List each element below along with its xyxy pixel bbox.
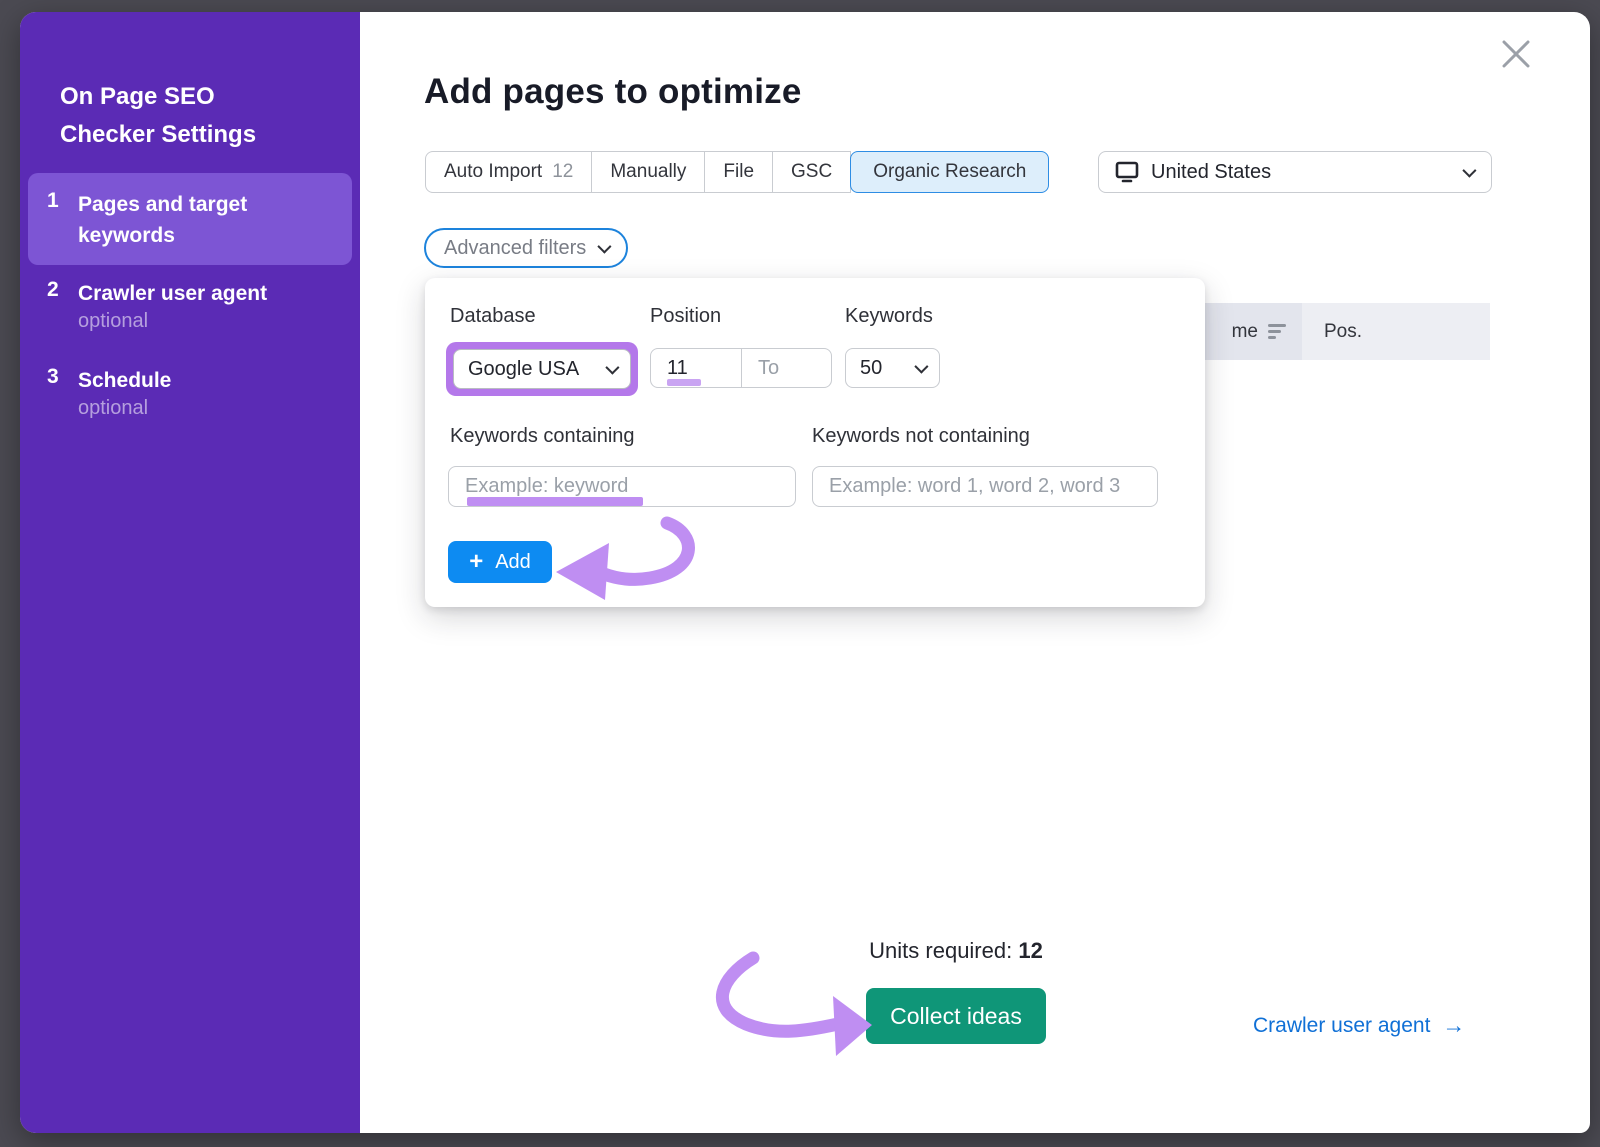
tab-gsc[interactable]: GSC bbox=[773, 151, 851, 193]
units-required-value: 12 bbox=[1018, 938, 1042, 963]
database-highlight-box: Google USA bbox=[446, 342, 638, 396]
tab-label: Manually bbox=[610, 161, 686, 183]
tab-manually[interactable]: Manually bbox=[592, 151, 705, 193]
crawler-link-label: Crawler user agent bbox=[1253, 1014, 1430, 1038]
monitor-icon bbox=[1115, 161, 1139, 183]
tab-label: File bbox=[723, 161, 754, 183]
step-label: Schedule bbox=[78, 365, 171, 396]
column-header-pos[interactable]: Pos. bbox=[1302, 303, 1490, 360]
tab-label: Auto Import bbox=[444, 161, 542, 183]
add-button-label: Add bbox=[495, 551, 531, 574]
plus-icon: + bbox=[469, 550, 483, 574]
keywords-not-containing-input[interactable] bbox=[812, 466, 1158, 507]
close-icon[interactable] bbox=[1496, 34, 1536, 74]
units-required-text: Units required: 12 bbox=[756, 938, 1156, 964]
advanced-filters-button[interactable]: Advanced filters bbox=[424, 228, 628, 268]
tab-label: Organic Research bbox=[873, 161, 1026, 183]
position-from-highlight-underline bbox=[667, 379, 701, 386]
chevron-down-icon bbox=[1462, 164, 1476, 178]
chevron-down-icon bbox=[605, 361, 619, 375]
chevron-down-icon bbox=[914, 360, 928, 374]
sidebar-title: On Page SEO Checker Settings bbox=[60, 78, 310, 154]
tab-count-badge: 12 bbox=[552, 161, 573, 183]
units-required-label: Units required: bbox=[869, 938, 1012, 963]
keywords-label: Keywords bbox=[845, 305, 933, 328]
position-to-input[interactable] bbox=[742, 349, 831, 387]
step-number: 1 bbox=[47, 189, 59, 213]
step-optional-label: optional bbox=[78, 310, 148, 333]
add-button[interactable]: + Add bbox=[448, 541, 552, 583]
database-select[interactable]: Google USA bbox=[453, 349, 631, 389]
step-optional-label: optional bbox=[78, 397, 148, 420]
tab-auto-import[interactable]: Auto Import 12 bbox=[425, 151, 592, 193]
sort-descending-icon bbox=[1268, 324, 1286, 339]
step-number: 2 bbox=[47, 278, 59, 302]
position-range-inputs bbox=[650, 348, 832, 388]
tab-file[interactable]: File bbox=[705, 151, 773, 193]
step-label: Crawler user agent bbox=[78, 278, 267, 309]
settings-modal: On Page SEO Checker Settings 1 Pages and… bbox=[20, 12, 1590, 1133]
arrow-right-icon: → bbox=[1442, 1012, 1465, 1039]
collect-ideas-button[interactable]: Collect ideas bbox=[866, 988, 1046, 1044]
keywords-not-containing-label: Keywords not containing bbox=[812, 425, 1030, 448]
country-select[interactable]: United States bbox=[1098, 151, 1492, 193]
keywords-containing-label: Keywords containing bbox=[450, 425, 635, 448]
step-label: Pages and target keywords bbox=[78, 189, 328, 251]
import-method-tabs: Auto Import 12 Manually File GSC Organic… bbox=[425, 151, 1049, 193]
chevron-down-icon bbox=[598, 240, 612, 254]
advanced-filters-panel: Database Position Keywords Google USA 50… bbox=[425, 278, 1205, 607]
keywords-count-select[interactable]: 50 bbox=[845, 348, 940, 388]
advanced-filters-label: Advanced filters bbox=[444, 237, 586, 260]
position-label: Position bbox=[650, 305, 721, 328]
column-header-label: me bbox=[1232, 321, 1258, 343]
crawler-user-agent-link[interactable]: Crawler user agent → bbox=[1253, 1012, 1465, 1039]
keywords-count-value: 50 bbox=[860, 357, 882, 380]
step-number: 3 bbox=[47, 365, 59, 389]
sidebar-step-pages-and-keywords[interactable]: 1 Pages and target keywords bbox=[28, 173, 352, 265]
column-header-label: Pos. bbox=[1324, 321, 1362, 343]
tab-label: GSC bbox=[791, 161, 832, 183]
page-title: Add pages to optimize bbox=[424, 72, 802, 112]
database-label: Database bbox=[450, 305, 536, 328]
tab-organic-research[interactable]: Organic Research bbox=[850, 151, 1049, 193]
keywords-containing-highlight-underline bbox=[467, 497, 643, 506]
settings-sidebar: On Page SEO Checker Settings 1 Pages and… bbox=[20, 12, 360, 1133]
country-select-value: United States bbox=[1151, 161, 1271, 184]
database-select-value: Google USA bbox=[468, 358, 579, 381]
